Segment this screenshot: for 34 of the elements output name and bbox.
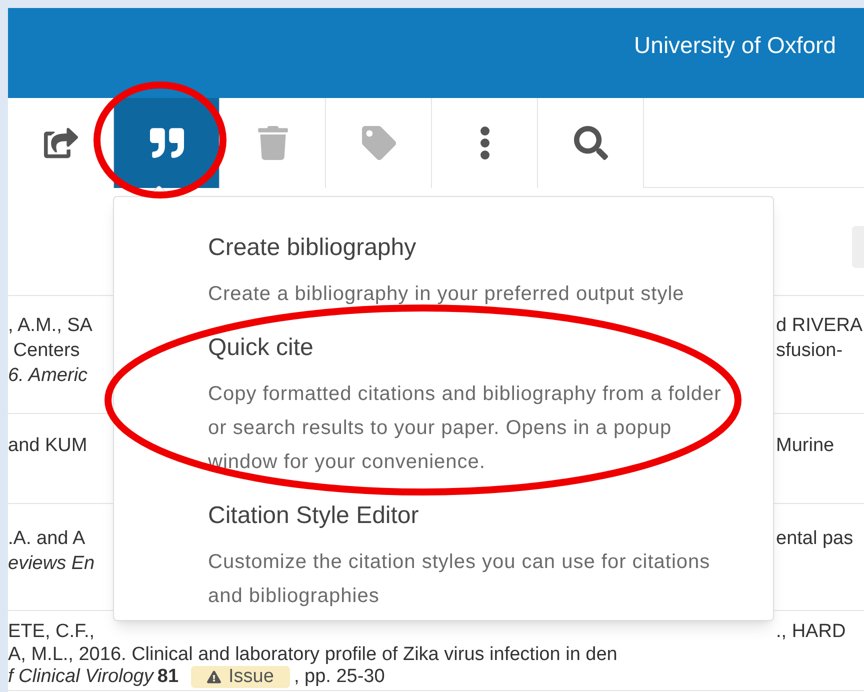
citation-fragment: , A.M., SA [8,314,94,338]
menu-item-description: Create a bibliography in your preferred output style [208,282,686,307]
more-icon [480,126,490,160]
citation-text: A, M.L., 2016. Clinical and laboratory profile of Zika virus infection in den [8,644,618,666]
menu-item-description: Copy formatted citations and bibliography from a folder or search results to your paper. Opens in a popup window for your convenience. [208,382,722,475]
citation-fragment: Centers [12,339,81,363]
menu-item-title[interactable]: Quick cite [208,333,773,363]
toolbar-button[interactable] [8,98,114,188]
trash-icon [258,126,288,160]
citation-fragment: ., HARD [776,620,847,644]
menu-item-description: Customize the citation styles you can use for citations and bibliographies [208,550,712,609]
issue-badge: Issue [190,666,290,688]
institution-name: University of Oxford [634,31,836,60]
volume-number: 81 [157,666,179,688]
tag-icon [362,126,396,160]
citation-fragment: eviews En [8,552,96,576]
citation-fragment: and KUM [8,434,88,458]
search-icon [574,126,608,160]
citation-fragment: 6. Americ [8,364,89,388]
toolbar-button[interactable] [538,98,644,188]
citation-fragment: .A. and A [8,527,86,551]
warning-icon [206,670,221,684]
citation-fragment: sfusion- [776,339,844,363]
quote-icon [150,126,184,160]
journal-name: f Clinical Virology [8,666,154,688]
citation-fragment: Murine [776,434,836,458]
toolbar-button[interactable] [114,98,220,188]
page-range: , pp. 25-30 [294,666,385,688]
menu-item-title[interactable]: Citation Style Editor [208,501,773,531]
citation-fragment: ental pas [776,527,854,551]
menu-item-title[interactable]: Create bibliography [208,233,773,263]
citation-fragment: ETE, C.F., [8,620,96,644]
citation-fragment: d RIVERA [776,314,864,338]
share-icon [44,126,78,160]
